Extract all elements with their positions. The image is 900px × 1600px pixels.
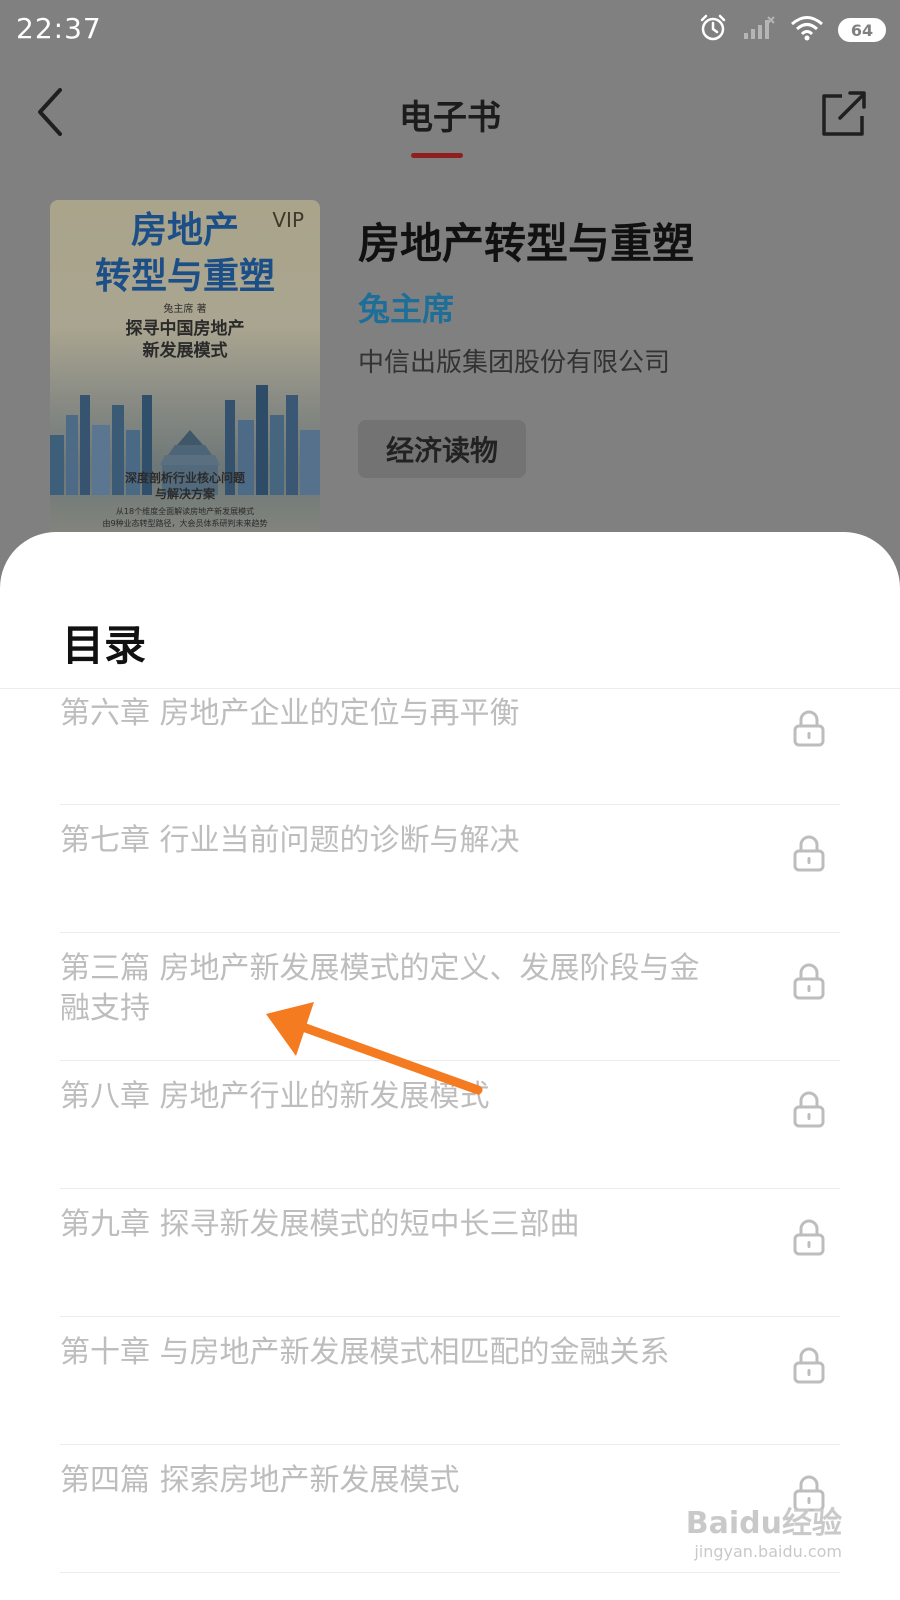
cover-title-line2: 转型与重塑 <box>94 256 275 297</box>
cover-note-line2: 与解决方案 <box>154 487 215 501</box>
toc-title: 目录 <box>62 621 147 670</box>
book-cover[interactable]: VIP 房地产 转型与重塑 兔主席 著 探寻中国房地产 新发展模式 深度剖析行业… <box>50 200 320 560</box>
toc-item-label: 第九章 探寻新发展模式的短中长三部曲 <box>60 1207 580 1242</box>
dimmed-background[interactable]: 22:37 64 电子书 VIP 房地产 转型与重塑 兔主席 著 探寻中国房地产… <box>0 0 900 560</box>
watermark-url: jingyan.baidu.com <box>694 1542 842 1561</box>
lock-icon <box>793 1347 825 1384</box>
battery-icon: 64 <box>838 18 886 42</box>
toc-item-label: 第四篇 探索房地产新发展模式 <box>60 1463 460 1498</box>
book-title: 房地产转型与重塑 <box>358 219 695 268</box>
toc-item[interactable]: 第八章 房地产行业的新发展模式 <box>60 1061 840 1189</box>
book-publisher: 中信出版集团股份有限公司 <box>358 348 671 378</box>
toc-item-label: 第七章 行业当前问题的诊断与解决 <box>60 823 520 858</box>
lock-icon <box>793 1091 825 1128</box>
status-bar: 22:37 64 <box>0 0 900 62</box>
cover-author: 兔主席 著 <box>163 304 207 315</box>
cover-small-note-line2: 由9种业态转型路径，大会员体系研判未来趋势 <box>102 519 268 528</box>
book-author-link[interactable]: 兔主席 <box>358 284 454 330</box>
signal-icon <box>742 15 776 45</box>
cover-small-note: 从18个维度全面解读房地产新发展模式 由9种业态转型路径，大会员体系研判未来趋势 <box>50 506 320 530</box>
toc-item[interactable]: 第九章 探寻新发展模式的短中长三部曲 <box>60 1189 840 1317</box>
baidu-watermark: Baidu经验 jingyan.baidu.com <box>686 1498 842 1561</box>
lock-icon <box>793 963 825 1000</box>
alarm-icon <box>698 13 728 47</box>
cover-note: 深度剖析行业核心问题 与解决方案 <box>50 470 320 502</box>
status-time: 22:37 <box>16 12 102 45</box>
status-icons: 64 <box>698 12 886 48</box>
cover-subtitle: 探寻中国房地产 新发展模式 <box>50 318 320 362</box>
toc-item[interactable]: 第三篇 房地产新发展模式的定义、发展阶段与金融支持 <box>60 933 840 1061</box>
toc-item-label: 第八章 房地产行业的新发展模式 <box>60 1079 490 1114</box>
cover-subtitle-line2: 新发展模式 <box>142 341 228 361</box>
toc-item[interactable]: 第六章 房地产企业的定位与再平衡 <box>60 688 840 805</box>
page-title: 电子书 <box>399 98 501 138</box>
cover-note-line1: 深度剖析行业核心问题 <box>124 471 245 485</box>
watermark-brand: Baidu经验 <box>685 1506 842 1541</box>
category-tag[interactable]: 经济读物 <box>358 420 526 478</box>
cover-title: 房地产 转型与重塑 <box>50 208 320 300</box>
lock-icon <box>793 835 825 872</box>
wifi-icon <box>790 14 824 46</box>
lock-icon <box>793 710 825 747</box>
toc-item-label: 第三篇 房地产新发展模式的定义、发展阶段与金融支持 <box>60 951 700 1026</box>
toc-item-label: 第六章 房地产企业的定位与再平衡 <box>60 696 520 731</box>
table-of-contents-sheet: 目录 第六章 房地产企业的定位与再平衡 第七章 行业当前问题的诊断与解决 第三篇… <box>0 532 900 1600</box>
toc-list: 第六章 房地产企业的定位与再平衡 第七章 行业当前问题的诊断与解决 第三篇 房地… <box>0 688 900 1573</box>
ebook-detail-screen: 22:37 64 电子书 VIP 房地产 转型与重塑 兔主席 著 探寻中国房地产… <box>0 0 900 1600</box>
toc-item-label: 第十章 与房地产新发展模式相匹配的金融关系 <box>60 1335 670 1370</box>
title-underline <box>411 153 463 158</box>
toc-item[interactable]: 第七章 行业当前问题的诊断与解决 <box>60 805 840 933</box>
toc-item[interactable]: 第十章 与房地产新发展模式相匹配的金融关系 <box>60 1317 840 1445</box>
cover-small-note-line1: 从18个维度全面解读房地产新发展模式 <box>115 507 255 516</box>
cover-title-line1: 房地产 <box>130 210 239 251</box>
cover-subtitle-line1: 探寻中国房地产 <box>125 319 245 339</box>
lock-icon <box>793 1219 825 1256</box>
share-button[interactable] <box>818 88 870 140</box>
